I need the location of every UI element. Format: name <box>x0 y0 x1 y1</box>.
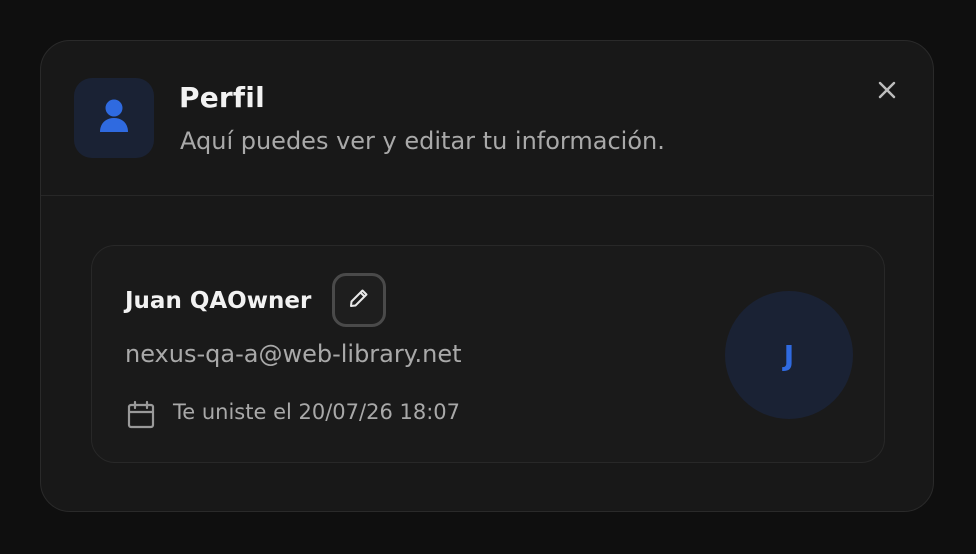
user-email: nexus-qa-a@web-library.net <box>125 340 462 368</box>
joined-date: Te uniste el 20/07/26 18:07 <box>173 400 461 424</box>
edit-name-button[interactable] <box>332 273 386 327</box>
avatar: J <box>725 291 853 419</box>
dialog-title: Perfil <box>179 81 265 114</box>
calendar-icon <box>126 400 156 430</box>
profile-dialog: Perfil Aquí puedes ver y editar tu infor… <box>40 40 934 512</box>
user-name: Juan QAOwner <box>125 288 312 314</box>
pencil-icon <box>347 286 371 314</box>
dialog-subtitle: Aquí puedes ver y editar tu información. <box>180 127 665 155</box>
close-icon <box>878 81 896 103</box>
close-button[interactable] <box>870 75 904 109</box>
profile-header-icon-box <box>74 78 154 158</box>
user-icon <box>99 98 129 138</box>
dialog-header: Perfil Aquí puedes ver y editar tu infor… <box>41 41 933 196</box>
profile-card: Juan QAOwner nexus-qa-a@web-library.net … <box>91 245 885 463</box>
